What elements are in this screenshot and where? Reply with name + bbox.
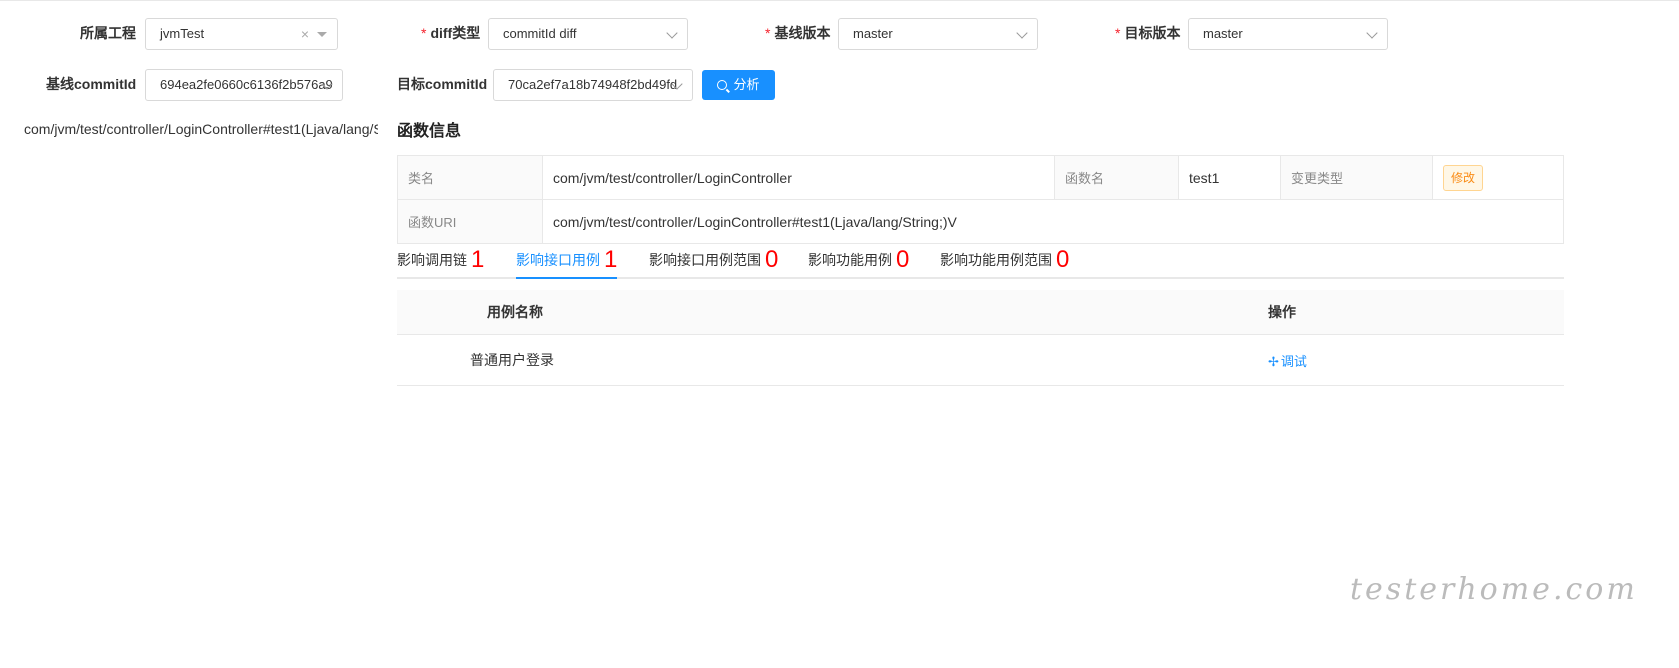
- diff-type-value: commitId diff: [503, 26, 577, 41]
- change-type-label: 变更类型: [1280, 155, 1433, 200]
- debug-link[interactable]: ✢ 调试: [1268, 354, 1307, 369]
- column-header-name: 用例名称: [397, 290, 968, 335]
- diff-type-label: * diff类型: [421, 25, 481, 41]
- tab-call-chain[interactable]: 影响调用链 1: [397, 243, 484, 277]
- target-commit-value: 70ca2ef7a18b74948f2bd49fd: [508, 77, 678, 92]
- watermark: testerhome.com: [1350, 572, 1638, 607]
- tab-interface-case-scope[interactable]: 影响接口用例范围 0: [649, 243, 778, 277]
- diff-type-select[interactable]: commitId diff: [488, 18, 688, 50]
- chevron-down-icon: [1016, 27, 1028, 39]
- project-label: 所属工程: [80, 25, 136, 41]
- section-title: 函数信息: [397, 123, 462, 140]
- class-value: com/jvm/test/controller/LoginController: [542, 155, 1055, 200]
- base-version-value: master: [853, 26, 893, 41]
- tab-count: 1: [471, 246, 485, 273]
- table-header: 用例名称 操作: [397, 290, 1564, 335]
- case-table: 用例名称 操作 普通用户登录 ✢ 调试: [397, 290, 1564, 386]
- target-commit-label: 目标commitId: [397, 76, 488, 92]
- base-commit-value: 694ea2fe0660c6136f2b576a9: [160, 77, 333, 92]
- project-select[interactable]: jvmTest ×: [145, 18, 338, 50]
- target-commit-select[interactable]: 70ca2ef7a18b74948f2bd49fd: [493, 69, 693, 101]
- function-info-table: 类名 com/jvm/test/controller/LoginControll…: [397, 155, 1564, 244]
- tab-count: 0: [1056, 246, 1070, 273]
- clear-icon[interactable]: ×: [301, 19, 309, 49]
- tab-interface-cases[interactable]: 影响接口用例 1: [516, 243, 618, 279]
- change-type-cell: 修改: [1432, 155, 1564, 200]
- uri-value: com/jvm/test/controller/LoginController#…: [542, 199, 1564, 244]
- function-name-value: test1: [1178, 155, 1281, 200]
- base-commit-label: 基线commitId: [46, 76, 137, 92]
- chevron-down-icon: [1366, 27, 1378, 39]
- table-row: 普通用户登录 ✢ 调试: [397, 334, 1564, 386]
- uri-label: 函数URI: [397, 199, 543, 244]
- target-version-label: * 目标版本: [1115, 25, 1181, 41]
- base-version-select[interactable]: master: [838, 18, 1038, 50]
- target-version-value: master: [1203, 26, 1243, 41]
- base-commit-select[interactable]: 694ea2fe0660c6136f2b576a9: [145, 69, 343, 101]
- class-label: 类名: [397, 155, 543, 200]
- tree-node-selected[interactable]: com/jvm/test/controller/LoginController#…: [24, 121, 378, 137]
- top-divider: [0, 0, 1679, 1]
- case-name: 普通用户登录: [397, 334, 968, 386]
- tab-count: 1: [604, 246, 618, 273]
- chevron-down-icon: [666, 27, 678, 39]
- analyze-button[interactable]: 分析: [702, 70, 775, 100]
- impact-tabs: 影响调用链 1 影响接口用例 1 影响接口用例范围 0 影响功能用例 0 影响功能用例范…: [397, 243, 1564, 279]
- action-cell: ✢ 调试: [968, 334, 1564, 386]
- project-value: jvmTest: [160, 26, 205, 41]
- tab-count: 0: [896, 246, 910, 273]
- caret-down-icon: [317, 32, 327, 37]
- tab-count: 0: [765, 246, 779, 273]
- column-header-action: 操作: [968, 290, 1564, 335]
- function-name-label: 函数名: [1054, 155, 1179, 200]
- change-type-tag: 修改: [1443, 164, 1484, 191]
- base-version-label: * 基线版本: [765, 25, 831, 41]
- tab-function-cases[interactable]: 影响功能用例 0: [808, 243, 909, 277]
- move-icon: ✢: [1268, 353, 1279, 369]
- tab-function-case-scope[interactable]: 影响功能用例范围 0: [940, 243, 1069, 277]
- target-version-select[interactable]: master: [1188, 18, 1388, 50]
- search-icon: [717, 80, 728, 90]
